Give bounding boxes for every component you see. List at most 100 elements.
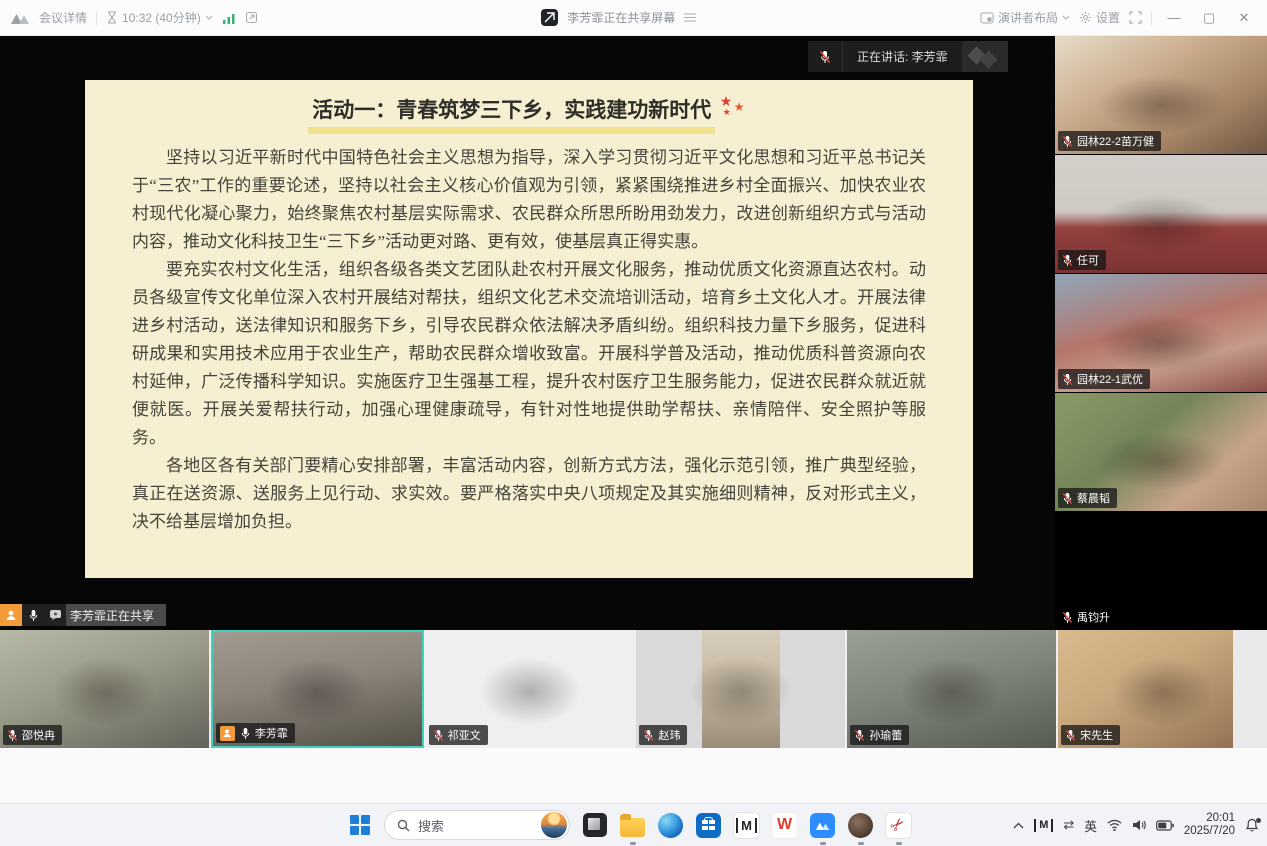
notification-bell-icon[interactable]: [1245, 818, 1259, 832]
user-avatar-app-icon[interactable]: [847, 812, 874, 839]
network-signal-icon[interactable]: [222, 12, 236, 24]
hourglass-icon: [106, 11, 118, 24]
chat-bubble-icon: [44, 604, 66, 626]
screen-clip-tool-icon[interactable]: ✂: [885, 812, 912, 839]
presenter-badge-icon: [0, 604, 22, 626]
participant-name-chip: 祁亚文: [429, 725, 488, 745]
timer-text: 10:32 (40分钟): [122, 9, 201, 26]
tencent-meeting-logo-icon: [10, 11, 30, 25]
layout-icon: [980, 12, 994, 24]
shared-document: 活动一：青春筑梦三下乡，实践建功新时代 ★ ★ ★ 坚持以习近平新时代中国特色社…: [85, 80, 973, 578]
tencent-meeting-icon[interactable]: [809, 812, 836, 839]
participant-tile[interactable]: 赵玮: [636, 630, 845, 748]
participant-name-chip: 宋先生: [1061, 725, 1120, 745]
speaker-banner-text: 正在讲话: 李芳霏: [843, 48, 962, 65]
date-text: 2025/7/20: [1184, 825, 1235, 838]
participant-video: [702, 630, 780, 748]
muted-mic-icon: [1062, 373, 1073, 386]
minimize-button[interactable]: —: [1161, 7, 1187, 29]
battery-icon[interactable]: [1156, 820, 1174, 831]
participant-tile[interactable]: 邵悦冉: [0, 630, 209, 748]
muted-mic-icon: [1062, 135, 1073, 148]
meeting-details-button[interactable]: 会议详情: [39, 9, 87, 26]
microsoft-store-icon[interactable]: [695, 812, 722, 839]
participant-tile[interactable]: 蔡晨韬: [1055, 393, 1267, 511]
sync-arrows-icon[interactable]: ⇄: [1063, 817, 1074, 833]
tray-expand-chevron-icon[interactable]: [1013, 822, 1024, 829]
divider: [96, 11, 97, 25]
chevron-down-icon: [205, 15, 213, 20]
participant-name-chip: 李芳霏: [216, 723, 295, 743]
layout-selector-button[interactable]: 演讲者布局: [980, 9, 1070, 26]
participant-name-chip: 邵悦冉: [3, 725, 62, 745]
weather-widget-icon[interactable]: [541, 812, 567, 838]
participant-name-chip: 蔡晨韬: [1058, 488, 1117, 508]
search-icon: [397, 819, 410, 832]
wifi-icon[interactable]: [1107, 819, 1122, 831]
windows-start-button[interactable]: [346, 812, 373, 839]
muted-mic-icon: [7, 729, 18, 742]
close-button[interactable]: ✕: [1231, 7, 1257, 29]
meeting-timer[interactable]: 10:32 (40分钟): [106, 9, 213, 26]
input-method-indicator[interactable]: 英: [1084, 816, 1097, 835]
sharing-title: 李芳霏正在共享屏幕: [567, 9, 675, 26]
participant-tile-active-speaker[interactable]: 李芳霏: [211, 630, 424, 748]
participant-tile[interactable]: 任可: [1055, 155, 1267, 273]
meeting-toolbar: 会议详情 10:32 (40分钟) 李芳霏正在共享屏幕: [0, 0, 1267, 36]
participant-name-chip: 园林22-2苗万健: [1058, 131, 1161, 151]
wps-office-icon[interactable]: W: [771, 812, 798, 839]
taskbar-search-input[interactable]: 搜索: [384, 810, 570, 840]
layout-label: 演讲者布局: [998, 9, 1058, 26]
participant-tile[interactable]: 宋先生: [1058, 630, 1267, 748]
participant-tile[interactable]: 禹钧升: [1055, 512, 1267, 630]
meeting-tray-icon[interactable]: M: [1034, 819, 1053, 832]
hamburger-menu-icon[interactable]: [684, 13, 696, 22]
popout-window-icon[interactable]: [245, 11, 258, 24]
divider: [1151, 11, 1152, 25]
chevron-down-icon: [1062, 15, 1070, 20]
muted-mic-icon: [1062, 611, 1073, 624]
muted-mic-icon: [1062, 254, 1073, 267]
maximize-button[interactable]: ▢: [1196, 7, 1222, 29]
gear-icon: [1079, 11, 1092, 24]
settings-label: 设置: [1096, 9, 1120, 26]
participant-tile[interactable]: 园林22-2苗万健: [1055, 36, 1267, 154]
gallery-app-icon[interactable]: [581, 812, 608, 839]
active-mic-icon: [240, 727, 251, 740]
tile-letterbox: [1233, 630, 1267, 748]
document-paragraph: 坚持以习近平新时代中国特色社会主义思想为指导，深入学习贯彻习近平文化思想和习近平…: [132, 144, 926, 256]
m-logo-app-icon[interactable]: M: [733, 812, 760, 839]
participant-tile[interactable]: 园林22-1武优: [1055, 274, 1267, 392]
participant-name-chip: 赵玮: [639, 725, 687, 745]
participant-name-chip: 孙瑜蕾: [850, 725, 909, 745]
document-paragraph: 要充实农村文化生活，组织各级各类文艺团队赴农村开展文化服务，推动优质文化资源直达…: [132, 256, 926, 452]
participant-tile[interactable]: 孙瑜蕾: [847, 630, 1056, 748]
bottom-video-strip: 邵悦冉 李芳霏 祁亚文 赵玮 孙瑜蕾 宋先生: [0, 630, 1267, 748]
participant-name-chip: 任可: [1058, 250, 1106, 270]
mic-icon: [22, 604, 44, 626]
active-speaker-banner: 正在讲话: 李芳霏: [808, 41, 1008, 72]
muted-mic-icon: [1062, 492, 1073, 505]
settings-button[interactable]: 设置: [1079, 9, 1120, 26]
document-paragraph: 各地区各有关部门要精心安排部署，丰富活动内容，创新方式方法，强化示范引领，推广典…: [132, 452, 926, 536]
presenter-badge-icon: [220, 726, 235, 741]
file-explorer-icon[interactable]: [619, 812, 646, 839]
volume-icon[interactable]: [1132, 819, 1146, 831]
muted-mic-icon: [433, 729, 444, 742]
muted-mic-icon: [643, 729, 654, 742]
taskbar-clock[interactable]: 20:01 2025/7/20: [1184, 812, 1235, 838]
fullscreen-button[interactable]: [1129, 11, 1142, 24]
edge-browser-icon[interactable]: [657, 812, 684, 839]
participant-tile[interactable]: 祁亚文: [426, 630, 635, 748]
desktop-background: [0, 748, 1267, 803]
participant-name-chip: 园林22-1武优: [1058, 369, 1150, 389]
presenter-status-bar: 李芳霏正在共享: [0, 604, 166, 626]
document-title: 活动一：青春筑梦三下乡，实践建功新时代: [308, 94, 715, 134]
sharing-app-icon: [541, 9, 558, 26]
muted-mic-icon: [854, 729, 865, 742]
speaking-mic-icon: [808, 41, 843, 72]
muted-mic-icon: [1065, 729, 1076, 742]
participant-name-chip: 禹钧升: [1058, 607, 1117, 627]
time-text: 20:01: [1184, 812, 1235, 825]
notification-badge: [1256, 818, 1261, 823]
